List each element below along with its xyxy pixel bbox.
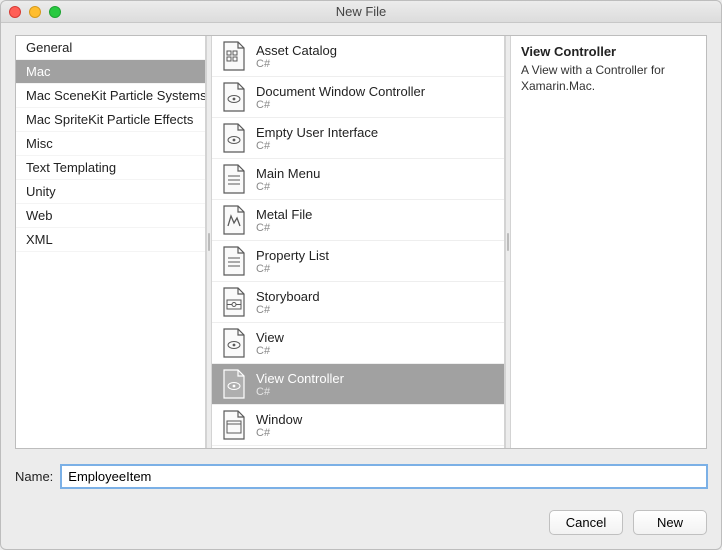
template-item[interactable]: WindowC# [212,405,504,446]
detail-description: A View with a Controller for Xamarin.Mac… [521,63,696,94]
list-icon [220,163,248,195]
category-item[interactable]: XML [16,228,205,252]
template-item[interactable]: Main MenuC# [212,159,504,200]
template-item[interactable]: Metal FileC# [212,200,504,241]
template-subtitle: C# [256,140,378,152]
window-icon [220,409,248,441]
template-subtitle: C# [256,304,320,316]
category-item[interactable]: Mac SceneKit Particle Systems [16,84,205,108]
category-list[interactable]: GeneralMacMac SceneKit Particle SystemsM… [16,36,206,448]
category-item[interactable]: Mac [16,60,205,84]
eye-icon [220,122,248,154]
template-subtitle: C# [256,427,302,439]
template-subtitle: C# [256,181,320,193]
template-item[interactable]: View ControllerC# [212,364,504,405]
grid-icon [220,40,248,72]
template-label: View Controller [256,371,344,386]
storyboard-icon [220,286,248,318]
template-label: Asset Catalog [256,43,337,58]
eye-icon [220,81,248,113]
eye-icon [220,368,248,400]
name-label: Name: [15,469,53,484]
template-label: Empty User Interface [256,125,378,140]
template-label: Storyboard [256,289,320,304]
category-item[interactable]: Mac SpriteKit Particle Effects [16,108,205,132]
template-item[interactable]: Asset CatalogC# [212,36,504,77]
template-item[interactable]: Empty User InterfaceC# [212,118,504,159]
template-item[interactable]: StoryboardC# [212,282,504,323]
titlebar: New File [1,1,721,23]
category-item[interactable]: General [16,36,205,60]
content-area: GeneralMacMac SceneKit Particle SystemsM… [1,23,721,549]
button-row: Cancel New [15,510,707,535]
window-title: New File [1,4,721,19]
eye-icon [220,327,248,359]
panes: GeneralMacMac SceneKit Particle SystemsM… [15,35,707,449]
template-subtitle: C# [256,345,284,357]
name-row: Name: [15,465,707,488]
template-label: Window [256,412,302,427]
category-item[interactable]: Unity [16,180,205,204]
list-icon [220,245,248,277]
template-label: Main Menu [256,166,320,181]
detail-title: View Controller [521,44,696,59]
template-subtitle: C# [256,222,312,234]
new-file-dialog: New File GeneralMacMac SceneKit Particle… [0,0,722,550]
category-item[interactable]: Misc [16,132,205,156]
cancel-button[interactable]: Cancel [549,510,623,535]
template-label: View [256,330,284,345]
category-item[interactable]: Text Templating [16,156,205,180]
template-item[interactable]: ViewC# [212,323,504,364]
detail-pane: View Controller A View with a Controller… [511,36,706,448]
template-subtitle: C# [256,58,337,70]
template-subtitle: C# [256,386,344,398]
template-list[interactable]: Asset CatalogC#Document Window Controlle… [212,36,505,448]
template-item[interactable]: Document Window ControllerC# [212,77,504,118]
template-label: Property List [256,248,329,263]
template-subtitle: C# [256,263,329,275]
template-label: Metal File [256,207,312,222]
name-input[interactable] [61,465,707,488]
template-label: Document Window Controller [256,84,425,99]
category-item[interactable]: Web [16,204,205,228]
new-button[interactable]: New [633,510,707,535]
template-subtitle: C# [256,99,425,111]
template-item[interactable]: Property ListC# [212,241,504,282]
metal-icon [220,204,248,236]
